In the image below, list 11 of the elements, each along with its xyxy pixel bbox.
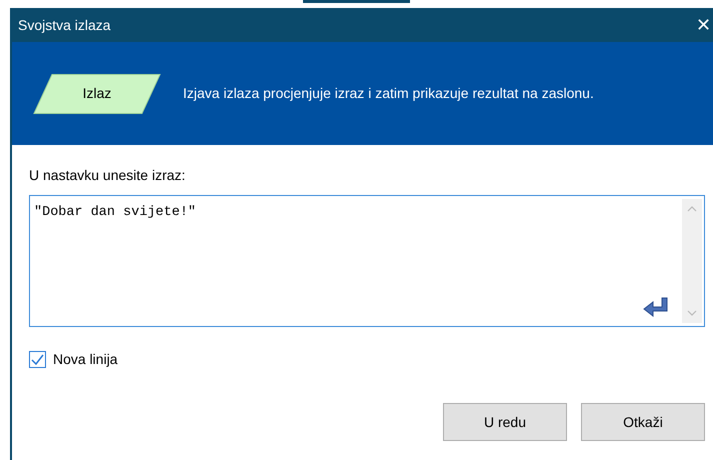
dialog-button[interactable]: Otkaži: [581, 403, 705, 441]
enter-icon[interactable]: [643, 297, 669, 317]
output-shape: Izlaz: [33, 74, 161, 114]
close-button[interactable]: ✕: [694, 16, 713, 34]
checkbox[interactable]: [29, 351, 46, 368]
description-text: Izjava izlaza procjenjuje izraz i zatim prikazuje rezultat na zaslonu.: [183, 84, 594, 103]
dialog-button[interactable]: U redu: [443, 403, 567, 441]
window-title: Svojstva izlaza: [18, 16, 111, 35]
expression-field[interactable]: "Dobar dan svijete!": [29, 195, 705, 327]
prompt-label: U nastavku unesite izraz:: [29, 166, 186, 185]
checkbox-label: Nova linija: [53, 350, 118, 369]
